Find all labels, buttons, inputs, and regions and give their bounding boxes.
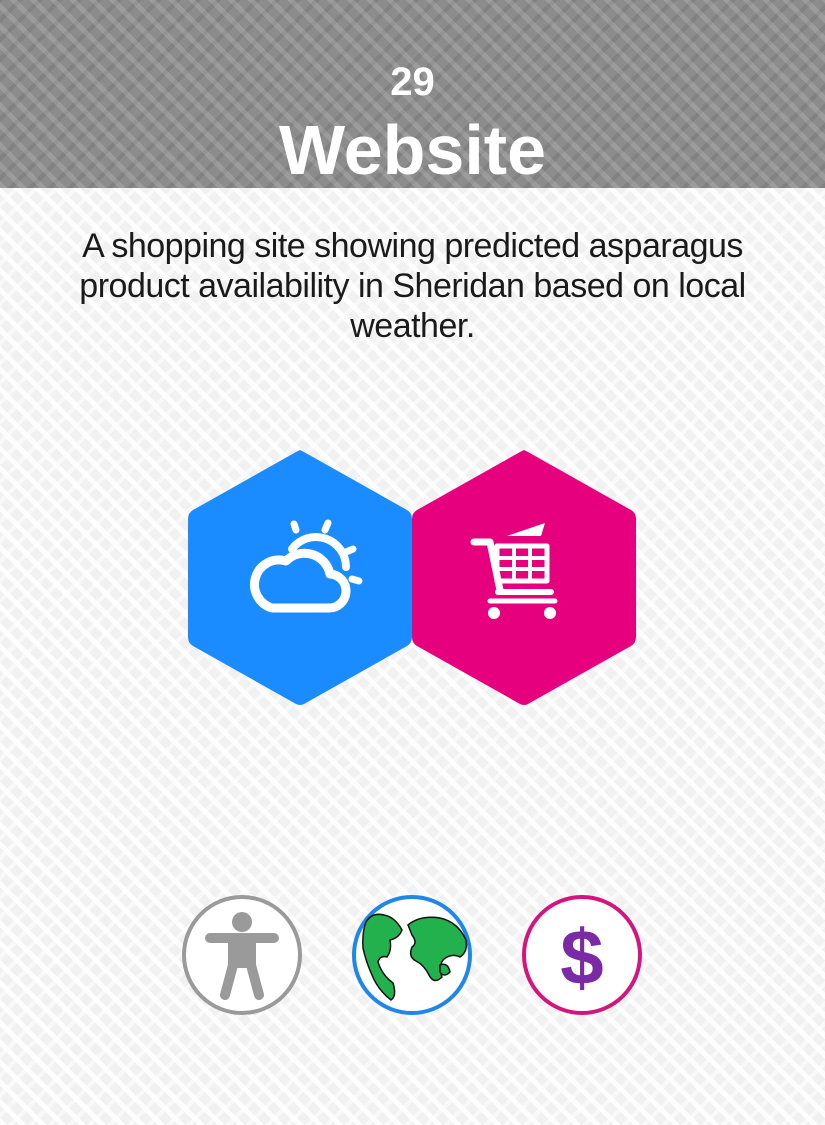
svg-text:$: $ [560, 913, 603, 1001]
dollar-icon: $ [522, 895, 642, 1015]
globe-icon [352, 895, 472, 1015]
category-icons: $ [182, 895, 642, 1015]
accessibility-icon [182, 895, 302, 1015]
